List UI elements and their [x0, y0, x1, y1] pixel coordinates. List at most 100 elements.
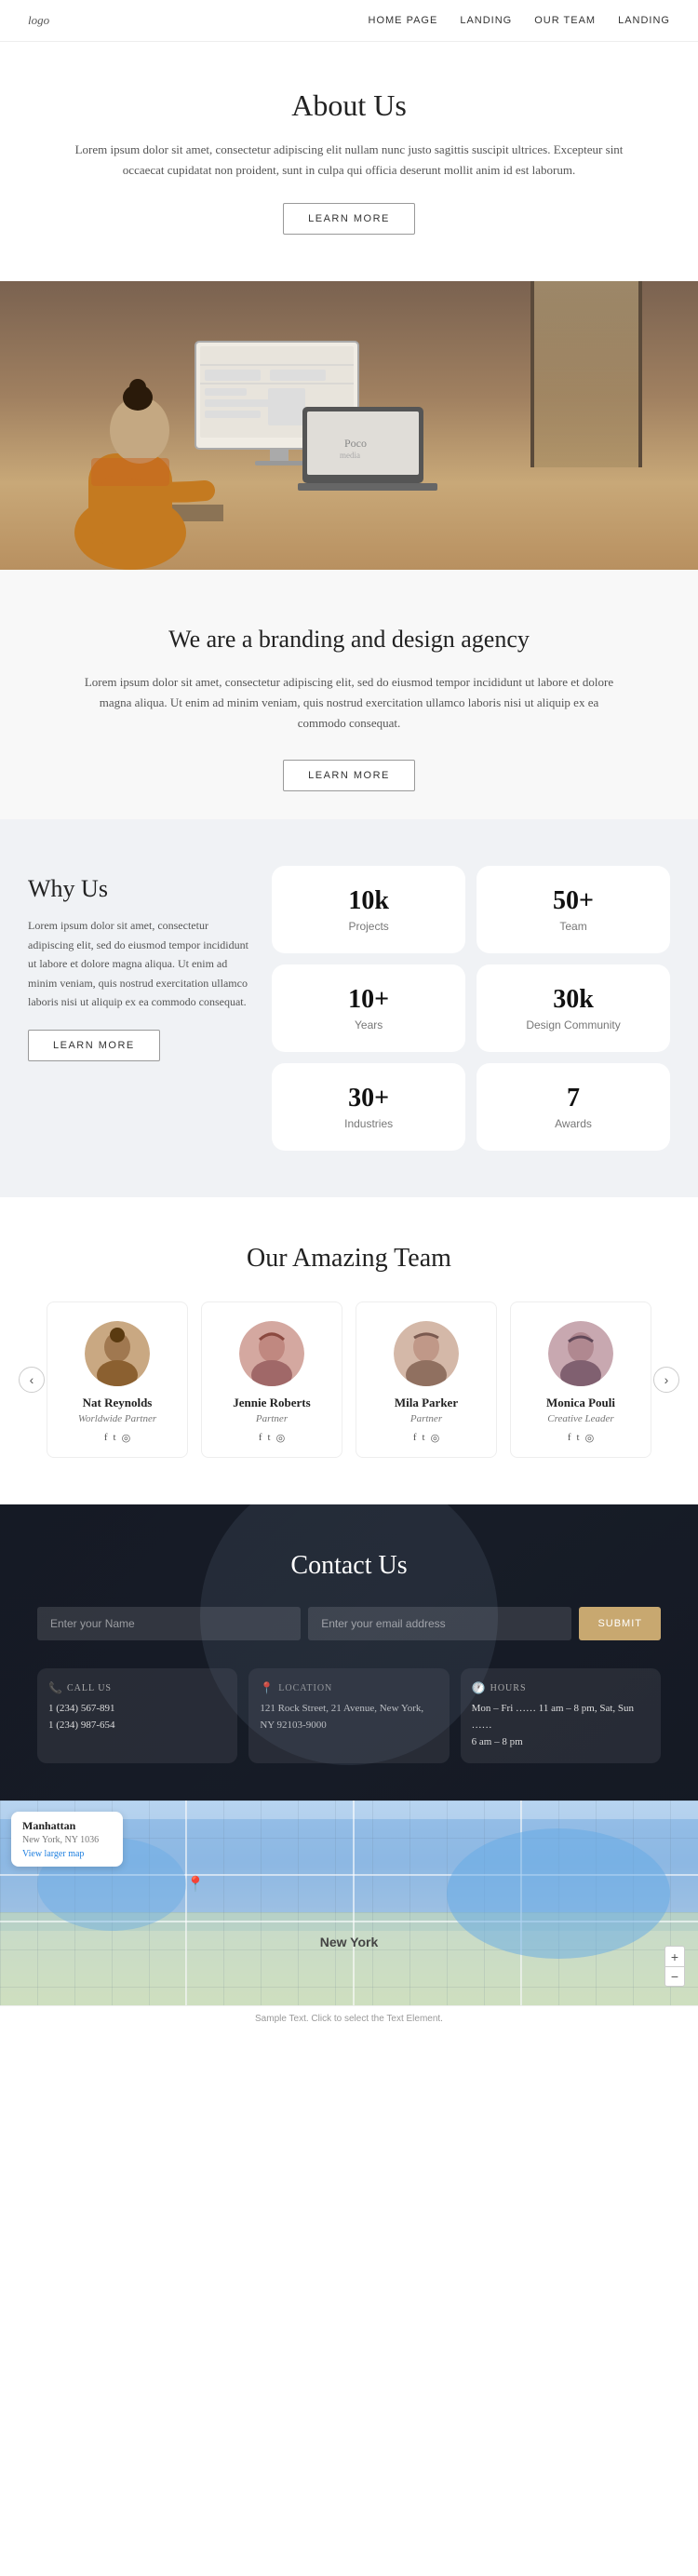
team-name-monica: Monica Pouli [522, 1396, 639, 1410]
avatar-nat [85, 1321, 150, 1386]
stat-years: 10+ Years [272, 964, 465, 1052]
map-overlay-link[interactable]: View larger map [22, 1849, 112, 1859]
nav-landing2[interactable]: LANDING [618, 15, 670, 26]
contact-submit-button[interactable]: SUBMIT [579, 1607, 661, 1640]
team-title: Our Amazing Team [19, 1244, 679, 1274]
stat-years-number: 10+ [289, 985, 449, 1015]
contact-hours-text: Mon – Fri …… 11 am – 8 pm, Sat, Sun …… 6… [472, 1701, 650, 1750]
stat-ind-label: Industries [289, 1117, 449, 1130]
phone-icon: 📞 [48, 1681, 63, 1695]
avatar-mila-img [394, 1321, 459, 1386]
nav-landing1[interactable]: LANDING [460, 15, 512, 26]
team-title-mila: Partner [368, 1413, 485, 1424]
map-zoom-out-button[interactable]: − [664, 1966, 685, 1987]
avatar-mila [394, 1321, 459, 1386]
contact-hours-label: 🕐 HOURS [472, 1681, 650, 1695]
stat-dc-number: 30k [493, 985, 653, 1015]
navigation: logo HOME PAGE LANDING OUR TEAM LANDING [0, 0, 698, 42]
hero-laptop: Poco media [298, 402, 437, 495]
map-overlay-title: Manhattan [22, 1819, 112, 1833]
team-socials-monica: f t ◎ [522, 1432, 639, 1444]
contact-hours-card: 🕐 HOURS Mon – Fri …… 11 am – 8 pm, Sat, … [461, 1668, 661, 1763]
instagram-icon-jennie[interactable]: ◎ [276, 1432, 286, 1444]
facebook-icon-nat[interactable]: f [104, 1432, 108, 1444]
contact-phone1: 1 (234) 567-891 [48, 1701, 226, 1718]
branding-title: We are a branding and design agency [74, 626, 624, 654]
avatar-monica-img [548, 1321, 613, 1386]
nav-homepage[interactable]: HOME PAGE [369, 15, 438, 26]
map-overlay-sub: New York, NY 1036 [22, 1835, 112, 1845]
nav-our-team[interactable]: OUR TEAM [534, 15, 596, 26]
stat-team-label: Team [493, 920, 653, 933]
avatar-jennie [239, 1321, 304, 1386]
avatar-nat-img [85, 1321, 150, 1386]
stat-awards: 7 Awards [477, 1063, 670, 1151]
stat-projects: 10k Projects [272, 866, 465, 953]
team-grid: Nat Reynolds Worldwide Partner f t ◎ [19, 1301, 679, 1458]
twitter-icon-mila[interactable]: t [423, 1432, 425, 1444]
stats-grid: 10k Projects 50+ Team 10+ Years 30k Desi… [272, 866, 670, 1151]
team-title-nat: Worldwide Partner [59, 1413, 176, 1424]
stat-industries: 30+ Industries [272, 1063, 465, 1151]
instagram-icon-nat[interactable]: ◎ [122, 1432, 131, 1444]
facebook-icon-mila[interactable]: f [413, 1432, 417, 1444]
contact-title: Contact Us [37, 1551, 661, 1581]
map-zoom-in-button[interactable]: + [664, 1946, 685, 1966]
svg-text:Poco: Poco [344, 437, 367, 450]
avatar-jennie-img [239, 1321, 304, 1386]
contact-phone2: 1 (234) 987-654 [48, 1718, 226, 1734]
map-background: New York 📍 Manhattan New York, NY 1036 V… [0, 1801, 698, 2005]
team-card-monica: Monica Pouli Creative Leader f t ◎ [510, 1301, 651, 1458]
map-section: New York 📍 Manhattan New York, NY 1036 V… [0, 1801, 698, 2005]
svg-text:media: media [340, 451, 360, 460]
contact-call-card: 📞 CALL US 1 (234) 567-891 1 (234) 987-65… [37, 1668, 237, 1763]
stat-awards-label: Awards [493, 1117, 653, 1130]
about-learn-more-button[interactable]: LEARN MORE [283, 203, 415, 235]
map-city-label: New York [320, 1935, 379, 1949]
stat-projects-label: Projects [289, 920, 449, 933]
avatar-monica [548, 1321, 613, 1386]
hero-image: Poco media [0, 281, 698, 570]
why-left: Why Us Lorem ipsum dolor sit amet, conse… [28, 866, 272, 1151]
contact-call-label: 📞 CALL US [48, 1681, 226, 1695]
team-socials-nat: f t ◎ [59, 1432, 176, 1444]
stat-dc-label: Design Community [493, 1018, 653, 1032]
team-card-jennie: Jennie Roberts Partner f t ◎ [201, 1301, 342, 1458]
contact-location-card: 📍 LOCATION 121 Rock Street, 21 Avenue, N… [248, 1668, 449, 1763]
logo: logo [28, 13, 49, 28]
branding-description: Lorem ipsum dolor sit amet, consectetur … [74, 672, 624, 734]
facebook-icon-jennie[interactable]: f [259, 1432, 262, 1444]
about-title: About Us [74, 88, 624, 123]
why-learn-more-button[interactable]: LEARN MORE [28, 1030, 160, 1061]
contact-location-label: 📍 LOCATION [260, 1681, 437, 1695]
stat-awards-number: 7 [493, 1084, 653, 1113]
contact-address: 121 Rock Street, 21 Avenue, New York, NY… [260, 1701, 437, 1733]
branding-section: We are a branding and design agency Lore… [0, 570, 698, 819]
about-description: Lorem ipsum dolor sit amet, consectetur … [74, 140, 624, 181]
twitter-icon-nat[interactable]: t [114, 1432, 116, 1444]
stat-design-community: 30k Design Community [477, 964, 670, 1052]
why-stats: 10k Projects 50+ Team 10+ Years 30k Desi… [272, 866, 670, 1151]
team-section: Our Amazing Team ‹ Nat Reynolds Worldwid… [0, 1197, 698, 1504]
contact-email-input[interactable] [308, 1607, 571, 1640]
team-name-jennie: Jennie Roberts [213, 1396, 330, 1410]
team-card-mila: Mila Parker Partner f t ◎ [356, 1301, 497, 1458]
why-description: Lorem ipsum dolor sit amet, consectetur … [28, 916, 253, 1011]
stat-team-number: 50+ [493, 886, 653, 916]
team-title-monica: Creative Leader [522, 1413, 639, 1424]
map-zoom-controls: + − [664, 1946, 685, 1987]
contact-name-input[interactable] [37, 1607, 301, 1640]
twitter-icon-monica[interactable]: t [577, 1432, 580, 1444]
why-title: Why Us [28, 875, 253, 903]
facebook-icon-monica[interactable]: f [568, 1432, 571, 1444]
why-section: Why Us Lorem ipsum dolor sit amet, conse… [0, 819, 698, 1197]
footer-note: Sample Text. Click to select the Text El… [0, 2005, 698, 2031]
instagram-icon-mila[interactable]: ◎ [431, 1432, 440, 1444]
branding-learn-more-button[interactable]: LEARN MORE [283, 760, 415, 791]
instagram-icon-monica[interactable]: ◎ [585, 1432, 595, 1444]
map-overlay-card: Manhattan New York, NY 1036 View larger … [11, 1812, 123, 1867]
team-carousel: ‹ Nat Reynolds Worldwide Partner f t ◎ [19, 1301, 679, 1458]
team-title-jennie: Partner [213, 1413, 330, 1424]
twitter-icon-jennie[interactable]: t [268, 1432, 271, 1444]
team-name-nat: Nat Reynolds [59, 1396, 176, 1410]
